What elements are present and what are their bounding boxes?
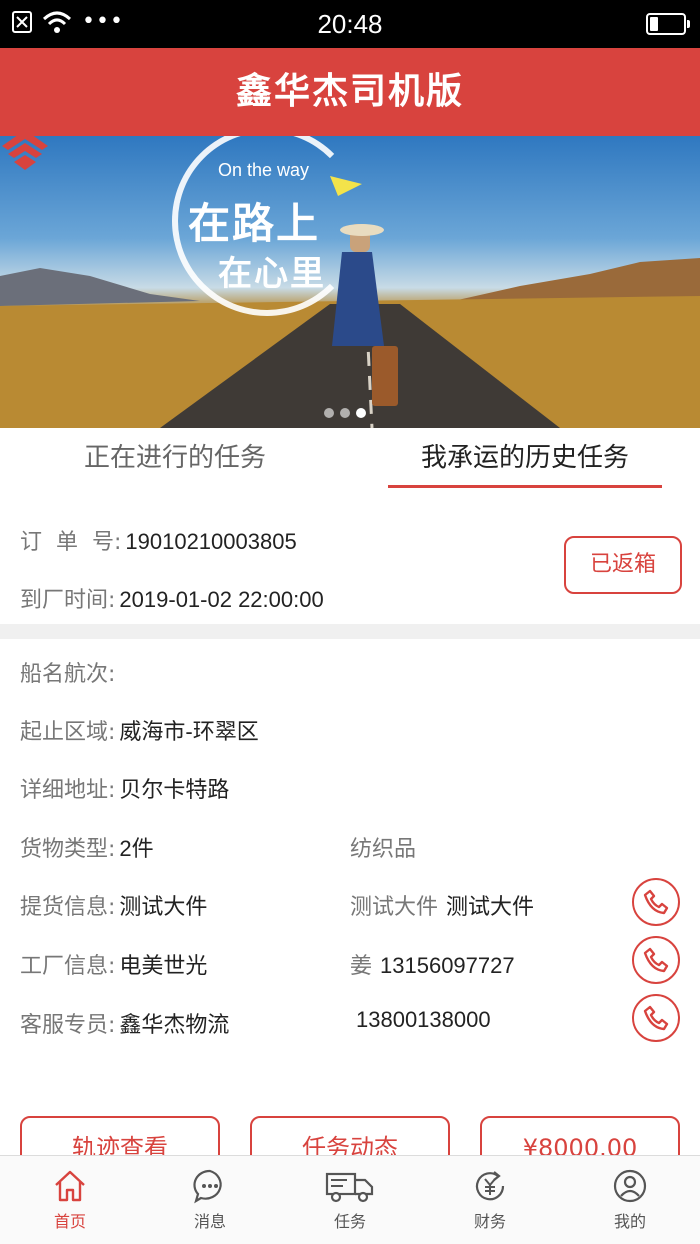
nav-profile-label: 我的 [613, 1212, 646, 1231]
address-label: 详细地址: [20, 778, 116, 803]
ship-voyage-label: 船名航次: [20, 662, 116, 687]
order-status-button[interactable]: 已返箱 [564, 536, 682, 594]
section-divider [0, 624, 700, 639]
carousel-dot-active[interactable] [356, 408, 366, 418]
carousel-indicator [324, 408, 366, 418]
service-rep-phone: 13800138000 [356, 1007, 491, 1032]
nav-tasks[interactable]: 任务 [280, 1156, 420, 1244]
phone-icon [643, 889, 669, 915]
region-label: 起止区域: [20, 720, 116, 745]
factory-contact-name: 姜 [350, 954, 373, 979]
cargo-category-value: 纺织品 [350, 837, 417, 862]
pickup-info-label: 提货信息: [20, 895, 116, 920]
profile-icon [613, 1169, 647, 1203]
cargo-type-label: 货物类型: [20, 837, 116, 862]
service-rep-value: 鑫华杰物流 [119, 1012, 230, 1037]
home-icon [55, 1170, 85, 1202]
nav-tasks-label: 任务 [333, 1212, 366, 1231]
nav-finance[interactable]: 财务 [420, 1156, 560, 1244]
battery-icon [646, 13, 690, 35]
carousel-dot[interactable] [324, 408, 334, 418]
factory-contact-phone: 13156097727 [380, 953, 515, 978]
service-rep-label: 客服专员: [20, 1013, 116, 1038]
finance-icon [475, 1171, 505, 1201]
arrival-time-value: 2019-01-02 22:00:00 [119, 587, 324, 612]
address-value: 贝尔卡特路 [119, 777, 230, 802]
status-bar: ••• 20:48 [0, 0, 700, 48]
app-header: 鑫华杰司机版 [0, 48, 700, 136]
brand-logo-icon [2, 136, 48, 170]
status-time: 20:48 [317, 9, 383, 39]
region-value: 威海市-环翠区 [119, 719, 259, 744]
carousel-dot[interactable] [340, 408, 350, 418]
page-title: 鑫华杰司机版 [235, 71, 464, 112]
banner-text-en: On the way [218, 160, 310, 180]
pickup-contact-value: 测试大件 [446, 894, 535, 919]
order-no-label: 订 单 号: [20, 530, 122, 555]
order-no-value: 19010210003805 [125, 529, 297, 554]
message-icon [193, 1169, 222, 1204]
factory-call-button[interactable] [632, 936, 680, 984]
nav-profile[interactable]: 我的 [560, 1156, 700, 1244]
phone-icon [643, 1005, 669, 1031]
arrival-time-label: 到厂时间: [20, 588, 116, 613]
nav-messages[interactable]: 消息 [140, 1156, 280, 1244]
nav-home[interactable]: 首页 [0, 1156, 140, 1244]
banner-text-line1: 在路上 [188, 199, 321, 248]
factory-info-value: 电美世光 [119, 953, 208, 978]
bottom-nav: 首页 消息 任务 财务 我的 [0, 1155, 700, 1244]
pickup-contact-label: 测试大件 [350, 895, 439, 920]
banner-carousel[interactable]: On the way 在路上 在心里 [0, 136, 700, 428]
order-summary: 订 单 号: 19010210003805 到厂时间: 2019-01-02 2… [0, 506, 700, 624]
truck-icon [325, 1172, 374, 1203]
service-call-button[interactable] [632, 994, 680, 1042]
factory-info-label: 工厂信息: [20, 954, 116, 979]
tab-ongoing-tasks[interactable]: 正在进行的任务 [0, 428, 350, 490]
banner-text-line2: 在心里 [218, 254, 326, 294]
nav-home-label: 首页 [53, 1212, 86, 1231]
nav-messages-label: 消息 [193, 1212, 226, 1231]
cargo-count-value: 2件 [119, 836, 154, 861]
phone-icon [643, 947, 669, 973]
task-tabs: 正在进行的任务 我承运的历史任务 [0, 428, 700, 490]
tab-history-tasks[interactable]: 我承运的历史任务 [350, 428, 700, 490]
nav-finance-label: 财务 [473, 1212, 506, 1231]
pickup-info-value: 测试大件 [119, 894, 208, 919]
pickup-call-button[interactable] [632, 878, 680, 926]
